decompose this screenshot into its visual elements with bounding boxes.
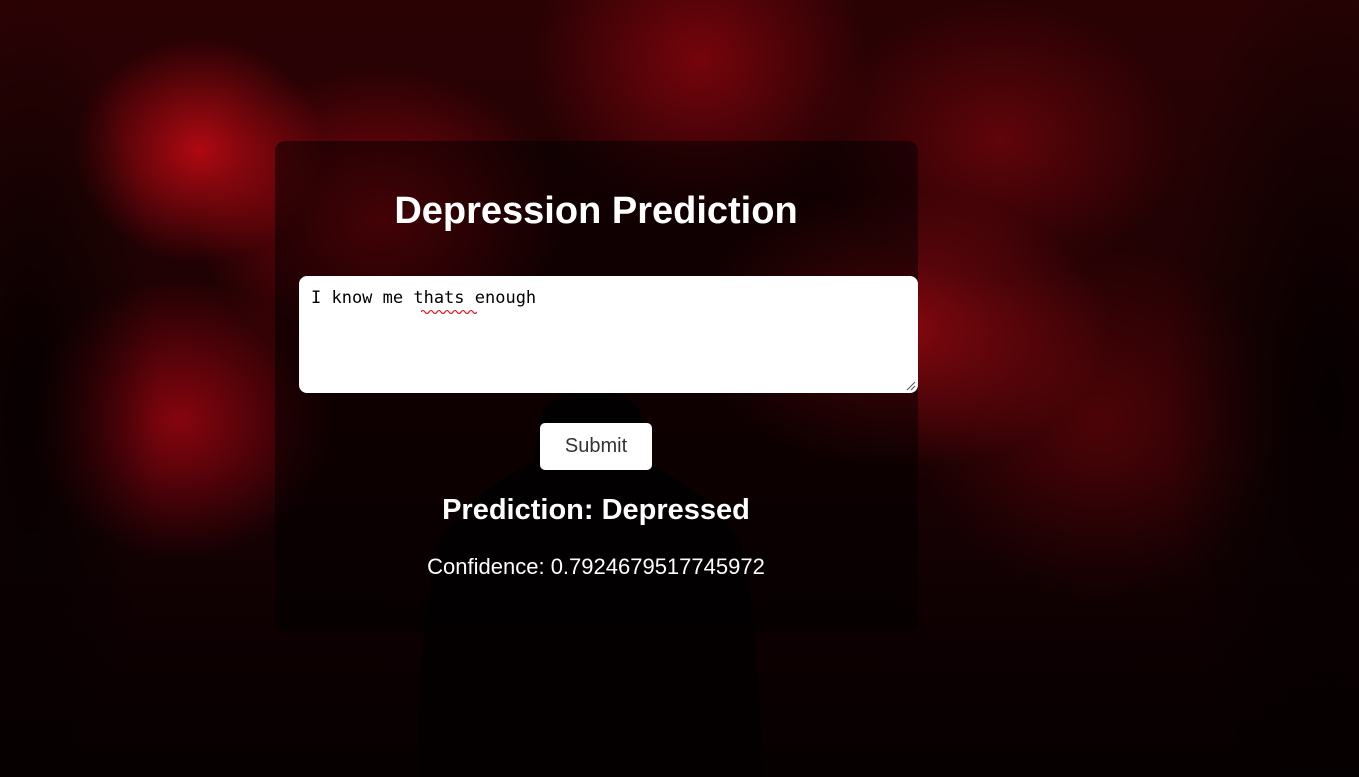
resize-grip-icon[interactable] (905, 380, 916, 391)
spellcheck-squiggle-icon (421, 309, 477, 314)
text-input-area[interactable] (299, 276, 918, 393)
prediction-result: Prediction: Depressed (442, 494, 750, 526)
submit-button[interactable]: Submit (540, 423, 652, 470)
page-background: Depression Prediction Submit Prediction:… (0, 0, 1359, 777)
page-title: Depression Prediction (394, 190, 798, 232)
confidence-score: Confidence: 0.7924679517745972 (427, 554, 765, 579)
